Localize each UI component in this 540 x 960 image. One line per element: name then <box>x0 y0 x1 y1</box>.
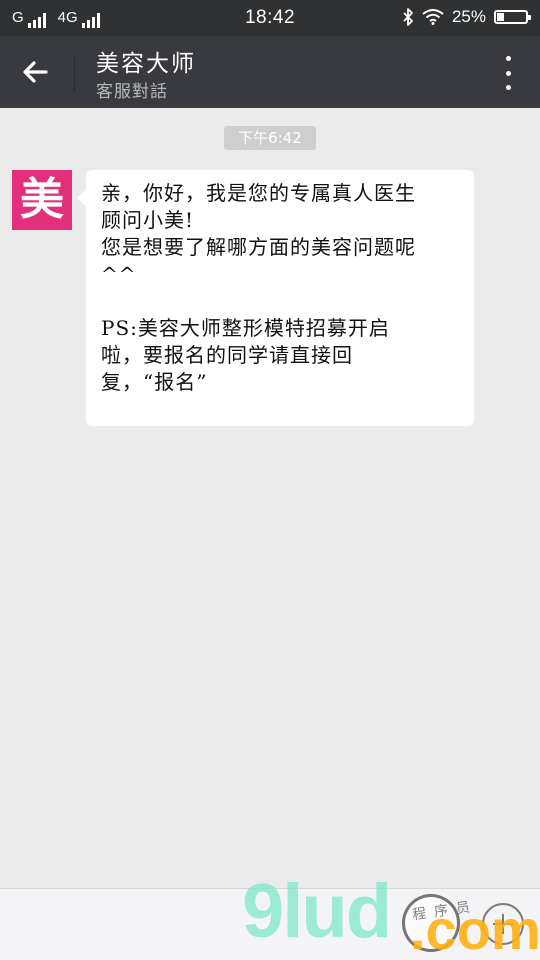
battery-percent: 25% <box>451 7 486 26</box>
page-subtitle: 客服對話 <box>96 82 168 102</box>
contact-avatar[interactable]: 美 <box>12 170 72 230</box>
message-line-blank <box>101 288 460 315</box>
title-divider <box>74 54 75 92</box>
arrow-left-icon <box>23 61 48 83</box>
back-button[interactable] <box>16 54 56 90</box>
title-bar: 美容大师 客服對話 <box>0 36 540 108</box>
message-line: PS:美容大师整形模特招募开启 <box>101 316 390 340</box>
more-options-button[interactable] <box>498 56 518 90</box>
bluetooth-icon <box>403 8 413 26</box>
message-line: 啦，要报名的同学请直接回 <box>101 343 353 367</box>
message-line: 顾问小美! <box>101 208 195 232</box>
page-title: 美容大师 <box>96 51 196 77</box>
message-bubble[interactable]: 亲，你好，我是您的专属真人医生 顾问小美! 您是想要了解哪方面的美容问题呢 ^^… <box>77 170 474 426</box>
message-line: ^^ <box>101 262 137 286</box>
more-vertical-icon <box>505 70 511 76</box>
chat-screen: G 4G 18:42 25% 美容大师 客服對話 下午6:42 美 亲，你好，我… <box>0 0 540 960</box>
more-vertical-icon <box>505 85 511 90</box>
plus-circle-icon[interactable] <box>482 903 524 945</box>
status-bar: G 4G 18:42 25% <box>0 0 540 36</box>
wifi-icon <box>422 9 444 25</box>
battery-level-fill <box>497 13 504 21</box>
status-indicators: 25% <box>402 7 531 27</box>
more-vertical-icon <box>505 56 511 61</box>
message-line: 复，“报名” <box>101 370 208 394</box>
battery-icon <box>494 10 531 24</box>
message-timestamp: 下午6:42 <box>224 126 316 150</box>
input-bar <box>0 888 540 960</box>
message-line: 您是想要了解哪方面的美容问题呢 <box>101 235 416 259</box>
message-line: 亲，你好，我是您的专属真人医生 <box>101 181 416 205</box>
